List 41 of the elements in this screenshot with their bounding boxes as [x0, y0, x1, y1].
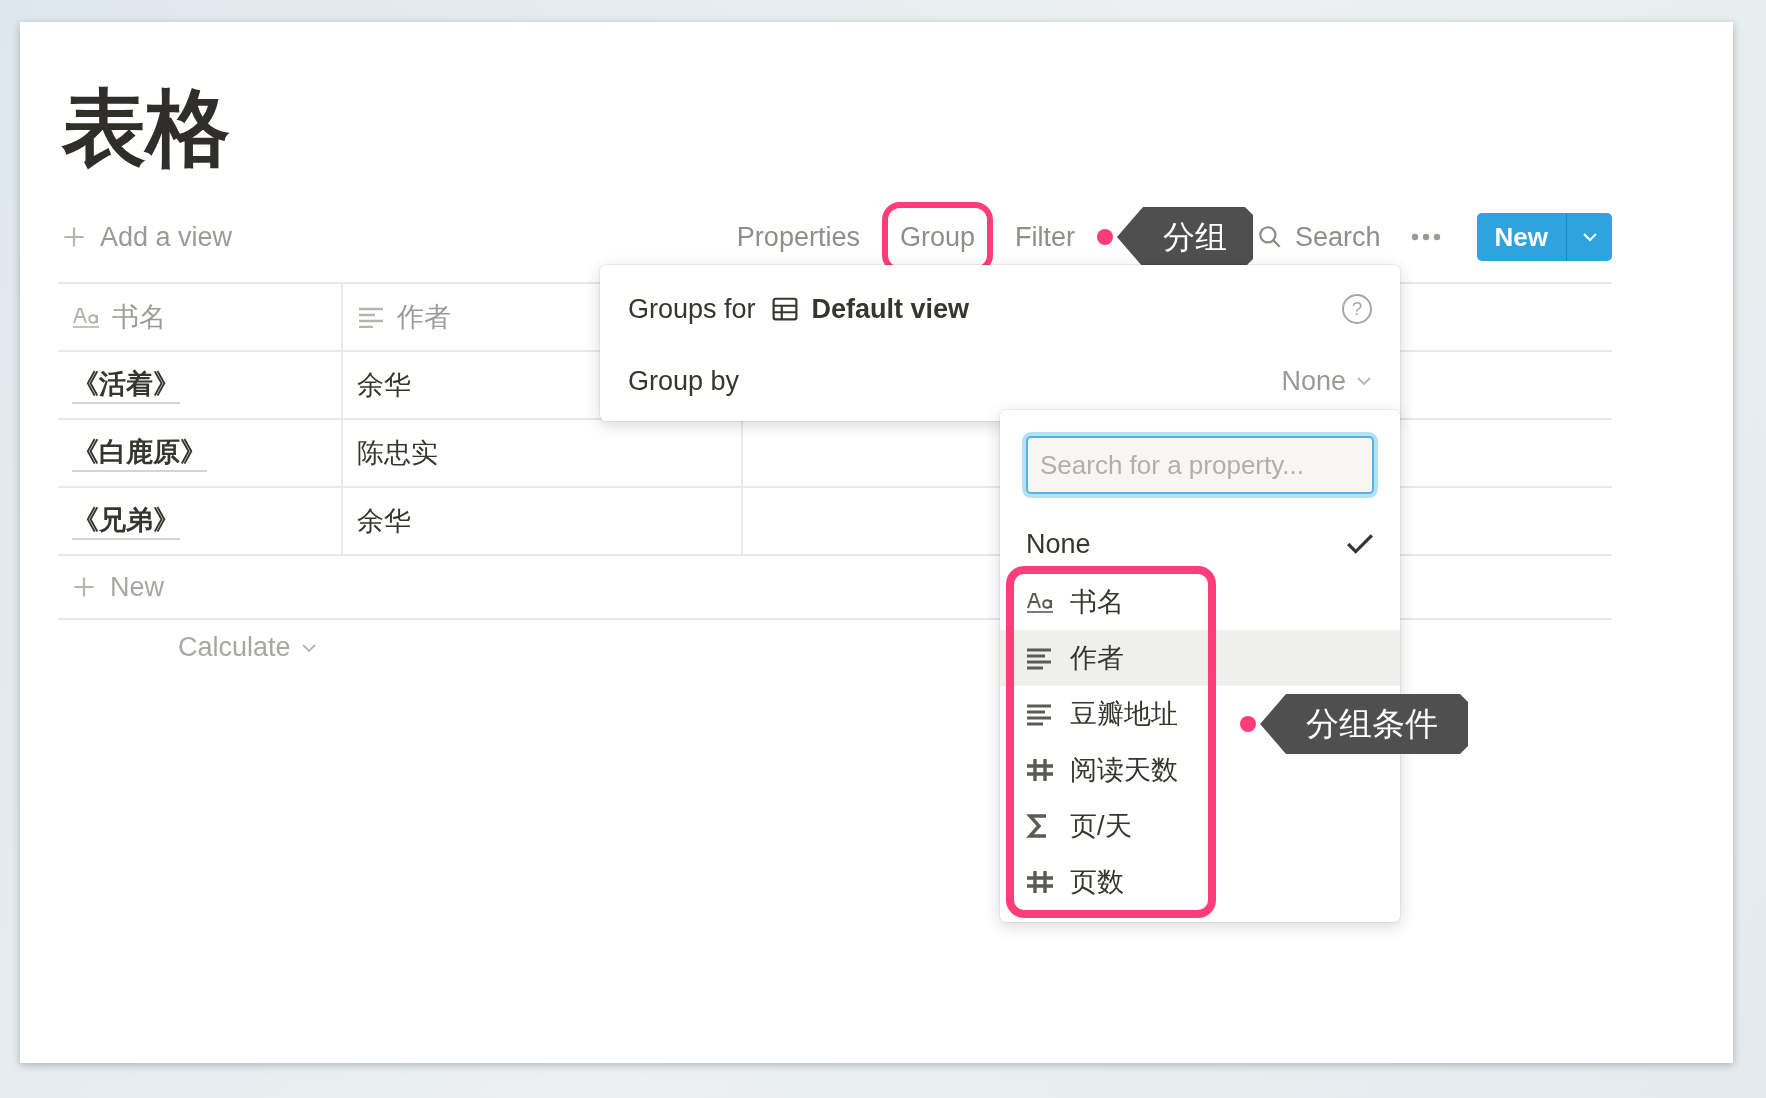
annotation-tooltip: 分组条件 [1260, 694, 1468, 754]
view-name: Default view [811, 293, 970, 325]
column-header[interactable]: 书名 [58, 284, 343, 350]
calculate-button[interactable]: Calculate [178, 632, 317, 663]
group-by-label: Group by [628, 365, 740, 397]
title-property-icon [1026, 590, 1054, 614]
table-cell-text: 余华 [357, 369, 411, 402]
add-view-button[interactable]: Add a view [62, 221, 233, 253]
toolbar-button[interactable]: Filter [996, 201, 1093, 273]
page-title: 表格 [60, 80, 231, 177]
toolbar-button[interactable]: Properties [718, 201, 878, 273]
annotation-tooltip: 分组 [1116, 207, 1253, 267]
more-icon[interactable] [1410, 233, 1441, 241]
table-cell-text: 陈忠实 [357, 437, 438, 470]
chevron-down-icon [1356, 376, 1372, 386]
text-lines-icon [357, 306, 385, 328]
chevron-down-icon [300, 642, 317, 653]
book-title-link[interactable]: 《活着》 [72, 366, 180, 404]
menu-item[interactable]: 页/天 [1000, 798, 1400, 854]
table-cell-text: 余华 [357, 505, 411, 538]
new-dropdown-button[interactable] [1566, 213, 1612, 261]
text-lines-icon [1026, 702, 1054, 726]
property-search-field[interactable]: Search for a property... [1026, 436, 1374, 494]
chevron-down-icon [1581, 232, 1598, 242]
book-title-link[interactable]: 《白鹿原》 [72, 434, 207, 472]
menu-item[interactable]: 页数 [1000, 854, 1400, 910]
plus-icon [62, 225, 86, 249]
title-property-icon [72, 306, 100, 328]
search-icon [1256, 224, 1283, 250]
search-button[interactable]: Search [1256, 221, 1381, 253]
menu-item[interactable]: 作者 [1000, 630, 1400, 686]
new-button[interactable]: New [1476, 213, 1566, 261]
hash-icon [1026, 758, 1054, 782]
table-icon [771, 297, 798, 321]
plus-icon [72, 575, 96, 599]
hash-icon [1026, 870, 1054, 894]
book-title-link[interactable]: 《兄弟》 [72, 502, 180, 540]
group-by-dropdown[interactable]: None [1281, 365, 1372, 397]
annotation-dot [1096, 229, 1113, 245]
text-lines-icon [1026, 646, 1054, 670]
help-icon[interactable]: ? [1342, 294, 1372, 324]
